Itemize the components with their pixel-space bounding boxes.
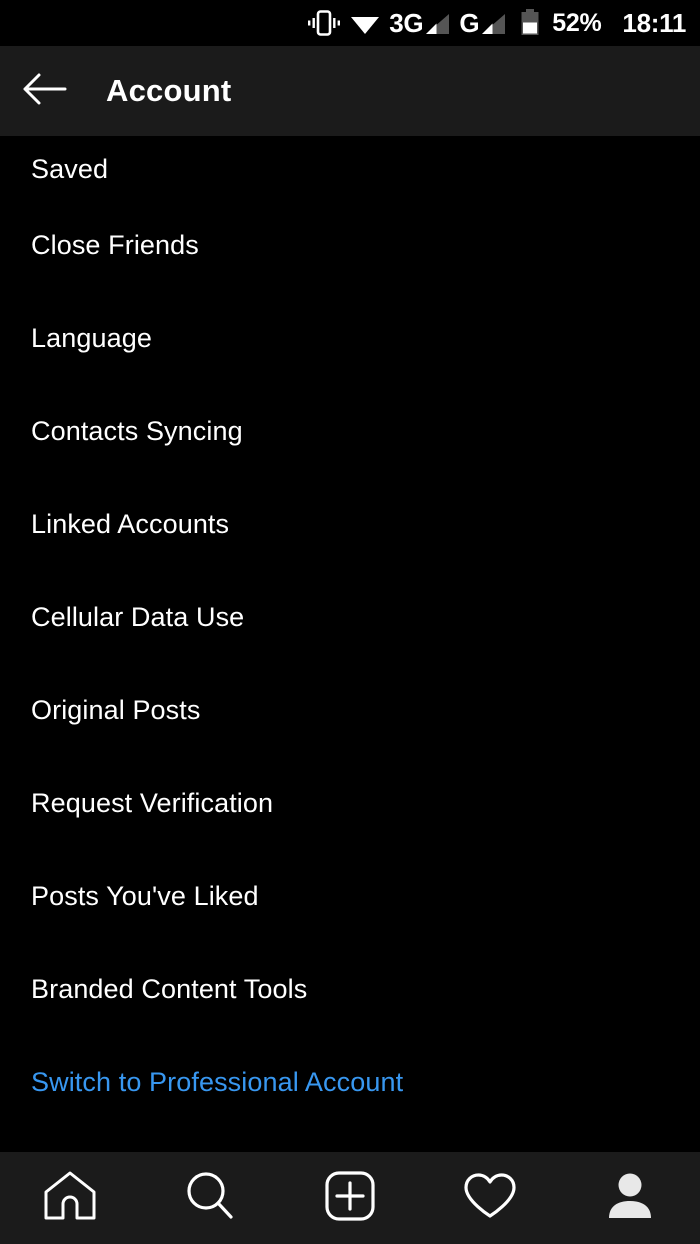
network-type-label-1: 3G — [389, 8, 424, 38]
menu-item-close-friends[interactable]: Close Friends — [0, 199, 700, 292]
nav-profile[interactable] — [560, 1152, 700, 1244]
menu-item-contacts-syncing[interactable]: Contacts Syncing — [0, 385, 700, 478]
network-1: 3G — [389, 10, 450, 36]
bottom-navigation-bar — [0, 1152, 700, 1244]
menu-item-request-verification[interactable]: Request Verification — [0, 757, 700, 850]
menu-item-label: Cellular Data Use — [31, 602, 245, 632]
signal-bars-icon — [480, 12, 506, 36]
menu-item-cellular-data-use[interactable]: Cellular Data Use — [0, 571, 700, 664]
clock-label: 18:11 — [622, 8, 686, 38]
nav-activity[interactable] — [420, 1152, 560, 1244]
back-button[interactable] — [8, 46, 80, 136]
settings-menu-items: Saved Close Friends Language Contacts Sy… — [0, 136, 700, 1129]
signal-bars-icon — [424, 12, 450, 36]
menu-item-original-posts[interactable]: Original Posts — [0, 664, 700, 757]
menu-item-label: Posts You've Liked — [31, 881, 259, 911]
home-icon — [42, 1170, 98, 1227]
menu-item-label: Switch to Professional Account — [31, 1067, 404, 1097]
menu-item-label: Request Verification — [31, 788, 274, 818]
network-type-label-2: G — [459, 8, 480, 38]
app-header: Account — [0, 46, 700, 136]
app-screen: 3G G 52% 18:11 Account Saved Close Frien… — [0, 0, 700, 1244]
menu-item-switch-to-professional-account[interactable]: Switch to Professional Account — [0, 1036, 700, 1129]
menu-item-label: Close Friends — [31, 230, 199, 260]
menu-item-label: Original Posts — [31, 695, 201, 725]
back-arrow-icon — [21, 72, 67, 111]
search-icon — [183, 1169, 237, 1228]
menu-item-label: Linked Accounts — [31, 509, 230, 539]
menu-item-language[interactable]: Language — [0, 292, 700, 385]
menu-item-linked-accounts[interactable]: Linked Accounts — [0, 478, 700, 571]
page-title: Account — [106, 73, 232, 108]
battery-icon — [520, 9, 540, 37]
vibrate-icon — [307, 10, 341, 36]
profile-icon — [604, 1170, 656, 1227]
status-bar: 3G G 52% 18:11 — [0, 0, 700, 46]
menu-item-label: Contacts Syncing — [31, 416, 243, 446]
network-2: G — [459, 10, 506, 36]
battery-percent-label: 52% — [552, 8, 602, 37]
nav-add-post[interactable] — [280, 1152, 420, 1244]
nav-search[interactable] — [140, 1152, 280, 1244]
menu-item-branded-content-tools[interactable]: Branded Content Tools — [0, 943, 700, 1036]
menu-item-label: Branded Content Tools — [31, 974, 308, 1004]
menu-item-posts-youve-liked[interactable]: Posts You've Liked — [0, 850, 700, 943]
settings-menu-list[interactable]: Saved Close Friends Language Contacts Sy… — [0, 136, 700, 1152]
menu-item-saved[interactable]: Saved — [0, 136, 700, 199]
menu-item-label: Saved — [31, 154, 109, 184]
wifi-icon — [350, 11, 380, 35]
menu-item-label: Language — [31, 323, 152, 353]
heart-icon — [462, 1171, 518, 1226]
add-post-icon — [324, 1170, 376, 1227]
nav-home[interactable] — [0, 1152, 140, 1244]
